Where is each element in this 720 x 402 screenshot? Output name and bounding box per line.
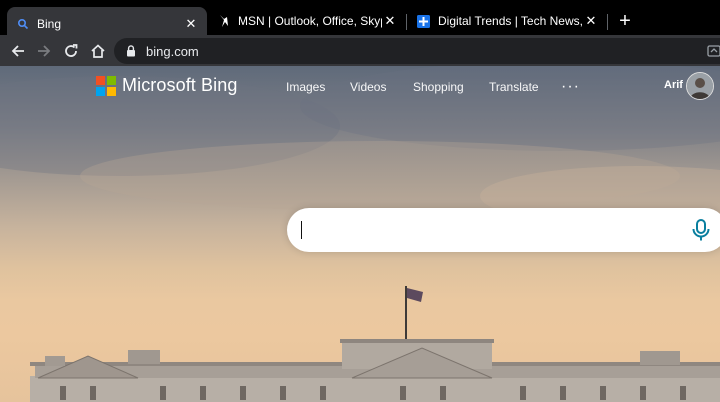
digital-trends-icon xyxy=(417,14,430,28)
search-box xyxy=(287,208,720,252)
msn-icon xyxy=(220,15,228,27)
microsoft-logo-icon xyxy=(96,75,116,96)
nav-images[interactable]: Images xyxy=(286,80,325,94)
close-icon[interactable]: ✕ xyxy=(583,13,599,29)
close-icon[interactable]: ✕ xyxy=(183,16,199,32)
tab-title: Bing xyxy=(37,16,62,31)
search-input[interactable] xyxy=(305,218,679,244)
text-caret xyxy=(301,221,302,239)
nav-shopping[interactable]: Shopping xyxy=(413,80,464,94)
home-icon xyxy=(91,44,105,58)
avatar[interactable] xyxy=(686,72,714,100)
brand-name: Microsoft Bing xyxy=(122,75,238,95)
new-tab-button[interactable]: + xyxy=(614,10,636,32)
home-button[interactable] xyxy=(86,39,110,63)
tab-strip: Bing ✕ MSN | Outlook, Office, Skype, Bin… xyxy=(0,0,720,40)
lock-icon xyxy=(127,45,135,57)
more-menu-button[interactable]: ··· xyxy=(561,78,580,96)
forward-arrow-icon xyxy=(38,45,51,57)
reload-icon xyxy=(65,44,78,57)
browser-toolbar: bing.com xyxy=(0,35,720,66)
tab-msn[interactable]: MSN | Outlook, Office, Skype, Bing ✕ xyxy=(208,7,406,35)
bing-logo[interactable]: Microsoft Bing xyxy=(96,75,237,96)
back-button[interactable] xyxy=(6,39,30,63)
reload-button[interactable] xyxy=(59,39,83,63)
forward-button[interactable] xyxy=(32,39,56,63)
back-arrow-icon xyxy=(11,45,24,57)
extension-icon[interactable] xyxy=(707,43,720,57)
nav-videos[interactable]: Videos xyxy=(350,80,386,94)
bing-homepage: Microsoft Bing Images Videos Shopping Tr… xyxy=(0,66,720,402)
microphone-icon[interactable] xyxy=(690,218,712,242)
user-photo-icon xyxy=(687,73,713,99)
bing-search-icon xyxy=(17,18,29,29)
close-icon[interactable]: ✕ xyxy=(382,13,398,29)
nav-translate[interactable]: Translate xyxy=(489,80,539,94)
tab-separator xyxy=(607,14,608,30)
tab-title: MSN | Outlook, Office, Skype, Bing xyxy=(238,14,382,28)
tab-title: Digital Trends | Tech News, Reviews xyxy=(438,14,583,28)
tab-digital-trends[interactable]: Digital Trends | Tech News, Reviews ✕ xyxy=(407,7,607,35)
user-name[interactable]: Arif xyxy=(664,79,683,91)
address-bar[interactable]: bing.com xyxy=(114,38,720,64)
url-text: bing.com xyxy=(146,43,199,59)
